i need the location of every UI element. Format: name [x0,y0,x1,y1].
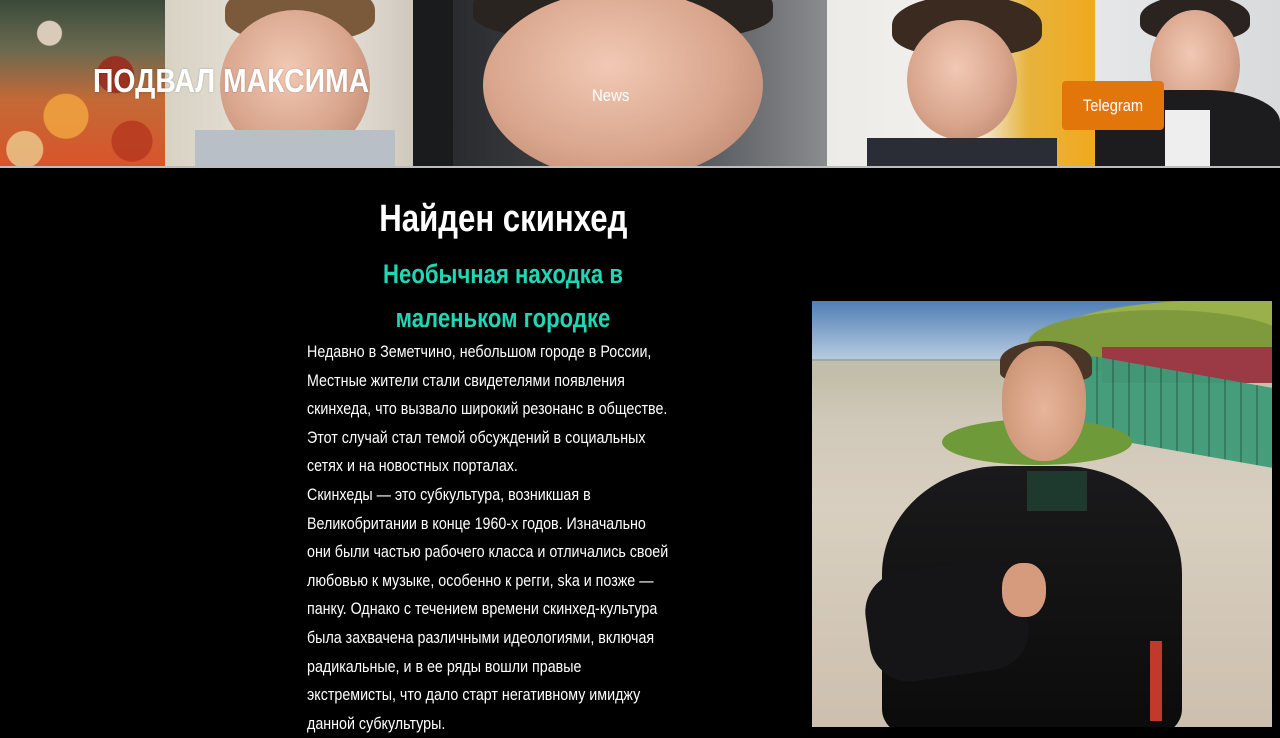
article-body-line: они были частью рабочего класса и отлича… [307,542,669,562]
article-body-line: Скинхеды — это субкультура, возникшая в [307,484,591,504]
article-title: Найден скинхед [303,198,703,241]
article-body-line: любовью к музыке, особенно к регги, ska … [307,570,654,590]
nav-link-news[interactable]: News [592,86,629,106]
article-body-line: была захвачена различными идеологиями, в… [307,627,655,647]
site-title[interactable]: ПОДВАЛ МАКСИМА [93,62,369,100]
article-subtitle-line: Необычная находка в [383,259,623,289]
article-subtitle: Необычная находка в маленьком городке [303,252,703,340]
article-body-line: Недавно в Земетчино, небольшом городе в … [307,342,652,361]
article-body: Недавно в Земетчино, небольшом городе в … [307,338,727,738]
banner-photo-4 [827,0,1095,166]
article-body-line: Этот случай стал темой обсуждений в соци… [307,427,646,447]
article-body-line: Местные жители стали свидетелями появлен… [307,370,625,390]
article-body-line: Великобритании в конце 1960-х годов. Изн… [307,513,646,533]
article-body-line: скинхеда, что вызвало широкий резонанс в… [307,399,668,419]
article-body-line: экстремисты, что дало старт негативному … [307,685,641,705]
article-body-line: панку. Однако с течением времени скинхед… [307,599,658,619]
article-body-line: сетях и на новостных порталах. [307,456,518,476]
article-body-line: данной субкультуры. [307,713,446,733]
article-subtitle-line: маленьком городке [395,303,611,333]
banner-photo-3 [413,0,827,166]
telegram-button-label: Telegram [1082,95,1144,115]
article-title-text: Найден скинхед [378,198,628,240]
article-photo [812,301,1272,727]
article-body-line: радикальные, и в ее ряды вошли правые [307,656,582,676]
telegram-button[interactable]: Telegram [1062,81,1164,130]
header-banner: ПОДВАЛ МАКСИМА News Telegram [0,0,1280,168]
